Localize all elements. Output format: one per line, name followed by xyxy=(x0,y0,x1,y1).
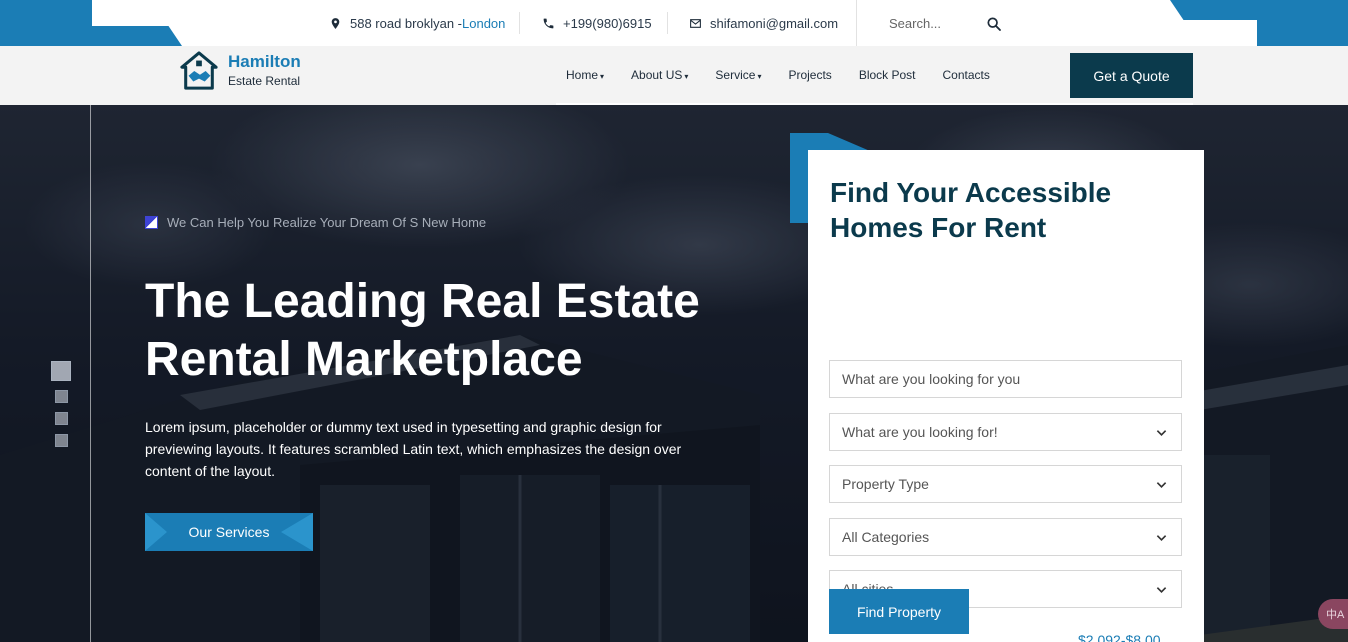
category-select[interactable]: All Categories xyxy=(829,518,1182,556)
divider xyxy=(667,12,668,34)
nav-item-label: Home xyxy=(566,67,599,82)
caret-down-icon: ▾ xyxy=(684,71,689,81)
slider-dot[interactable] xyxy=(55,434,68,447)
decor-corner-right xyxy=(1170,0,1260,20)
search-icon[interactable] xyxy=(986,16,1002,32)
search-input[interactable] xyxy=(889,15,999,31)
nav-menu: Home ▾ About US ▾ Service ▾ Projects Block … xyxy=(556,46,1007,103)
envelope-icon xyxy=(690,18,701,28)
nav-item-label: About US xyxy=(631,67,683,82)
our-services-button[interactable]: Our Services xyxy=(145,513,313,551)
translate-icon[interactable]: 中A xyxy=(1318,599,1348,629)
hero-title: The Leading Real Estate Rental Marketpla… xyxy=(145,275,700,386)
property-type-select[interactable]: Property Type xyxy=(829,465,1182,503)
looking-for-value: What are you looking for! xyxy=(842,424,998,440)
caret-down-icon: ▾ xyxy=(600,71,605,81)
address-info: 588 road broklyan -London xyxy=(329,0,505,46)
looking-for-select[interactable]: What are you looking for! xyxy=(829,413,1182,451)
price-range-value: $2.092-$8.00 xyxy=(1078,632,1161,642)
keyword-input[interactable] xyxy=(842,371,1162,387)
hero-eyebrow: We Can Help You Realize Your Dream Of S … xyxy=(145,215,486,230)
caret-down-icon: ▾ xyxy=(757,71,762,81)
top-info-bar: 588 road broklyan -London +199(980)6915 … xyxy=(0,0,1348,46)
map-pin-icon xyxy=(331,17,340,29)
nav-item-service[interactable]: Service ▾ xyxy=(715,68,761,82)
address-city: London xyxy=(462,15,506,31)
phone-icon xyxy=(543,18,554,28)
find-property-button[interactable]: Find Property xyxy=(829,589,969,634)
get-a-quote-button[interactable]: Get a Quote xyxy=(1070,53,1193,98)
email-info[interactable]: shifamoni@gmail.com xyxy=(689,0,838,46)
hero-description: Lorem ipsum, placeholder or dummy text u… xyxy=(145,419,682,479)
nav-item-block-post[interactable]: Block Post xyxy=(859,68,916,82)
chevron-down-icon xyxy=(1156,430,1167,436)
search-card-title: Find Your Accessible Homes For Rent xyxy=(830,177,1112,243)
divider xyxy=(519,12,520,34)
house-handshake-logo-icon xyxy=(180,51,218,90)
nav-item-label: Contacts xyxy=(942,67,990,82)
slider-pagination xyxy=(51,361,71,456)
chevron-down-icon xyxy=(1156,587,1167,593)
phone-info[interactable]: +199(980)6915 xyxy=(542,0,652,46)
decor-vertical-line xyxy=(90,105,91,642)
slider-dot[interactable] xyxy=(51,361,71,381)
hero-section: We Can Help You Realize Your Dream Of S … xyxy=(0,105,1348,642)
nav-item-label: Service xyxy=(715,67,756,82)
hero-eyebrow-text: We Can Help You Realize Your Dream Of S … xyxy=(167,215,487,230)
property-search-card: Find Your Accessible Homes For Rent What… xyxy=(808,150,1204,642)
decor-corner-left xyxy=(92,26,182,46)
nav-item-projects[interactable]: Projects xyxy=(788,68,831,82)
nav-item-contacts[interactable]: Contacts xyxy=(943,68,990,82)
top-search xyxy=(856,0,1010,46)
nav-item-home[interactable]: Home ▾ xyxy=(566,68,604,82)
nav-item-about-us[interactable]: About US ▾ xyxy=(631,68,688,82)
brand-logo-link[interactable]: Hamilton Estate Rental xyxy=(180,51,301,91)
address-text: 588 road broklyan - xyxy=(350,15,463,31)
top-info-panel xyxy=(92,0,1257,46)
nav-item-label: Projects xyxy=(788,67,832,82)
brand-tagline: Estate Rental xyxy=(228,74,301,88)
slider-dot[interactable] xyxy=(55,390,68,403)
diagonal-square-icon xyxy=(145,216,158,229)
email-address: shifamoni@gmail.com xyxy=(710,15,839,31)
chevron-down-icon xyxy=(1156,482,1167,488)
keyword-field[interactable] xyxy=(829,360,1182,398)
phone-number: +199(980)6915 xyxy=(563,15,652,31)
brand-name: Hamilton xyxy=(228,52,301,71)
nav-item-label: Block Post xyxy=(858,67,916,82)
category-value: All Categories xyxy=(842,529,930,545)
property-type-value: Property Type xyxy=(842,476,929,492)
chevron-down-icon xyxy=(1156,535,1167,541)
slider-dot[interactable] xyxy=(55,412,68,425)
our-services-label: Our Services xyxy=(188,524,270,540)
